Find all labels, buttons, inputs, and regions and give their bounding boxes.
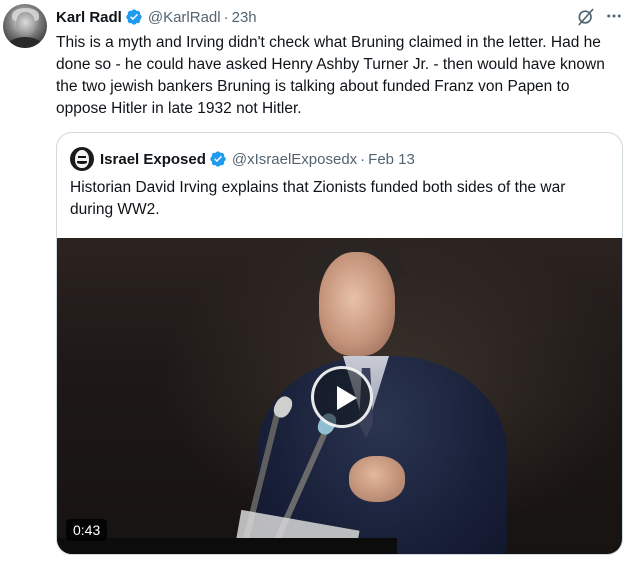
quoted-author-name[interactable]: Israel Exposed — [100, 151, 206, 168]
tweet-text: This is a myth and Irving didn't check w… — [56, 34, 605, 117]
video-duration: 0:43 — [66, 519, 108, 541]
verified-badge-icon — [210, 151, 226, 167]
quoted-timestamp[interactable]: Feb 13 — [368, 151, 415, 168]
author-name[interactable]: Karl Radl — [56, 9, 122, 26]
quoted-author-avatar[interactable] — [70, 147, 94, 171]
play-button[interactable] — [311, 366, 373, 428]
separator-dot: · — [223, 8, 229, 26]
play-icon — [337, 386, 357, 410]
quoted-tweet[interactable]: Israel Exposed @xIsraelExposedx · Feb 13… — [56, 132, 623, 555]
verified-badge-icon — [126, 9, 142, 25]
quoted-author-handle[interactable]: @xIsraelExposedx — [232, 151, 357, 168]
grok-icon[interactable] — [576, 7, 596, 27]
tweet-timestamp[interactable]: 23h — [232, 9, 257, 26]
separator-dot: · — [360, 150, 366, 168]
author-handle[interactable]: @KarlRadl — [148, 9, 221, 26]
quoted-tweet-text: Historian David Irving explains that Zio… — [70, 179, 566, 218]
more-icon[interactable] — [605, 7, 623, 25]
author-avatar[interactable] — [3, 4, 47, 48]
video-player[interactable]: 0:43 — [57, 238, 622, 554]
quoted-tweet-header: Israel Exposed @xIsraelExposedx · Feb 13 — [70, 147, 415, 171]
tweet-header: Karl Radl @KarlRadl · 23h — [56, 7, 257, 27]
